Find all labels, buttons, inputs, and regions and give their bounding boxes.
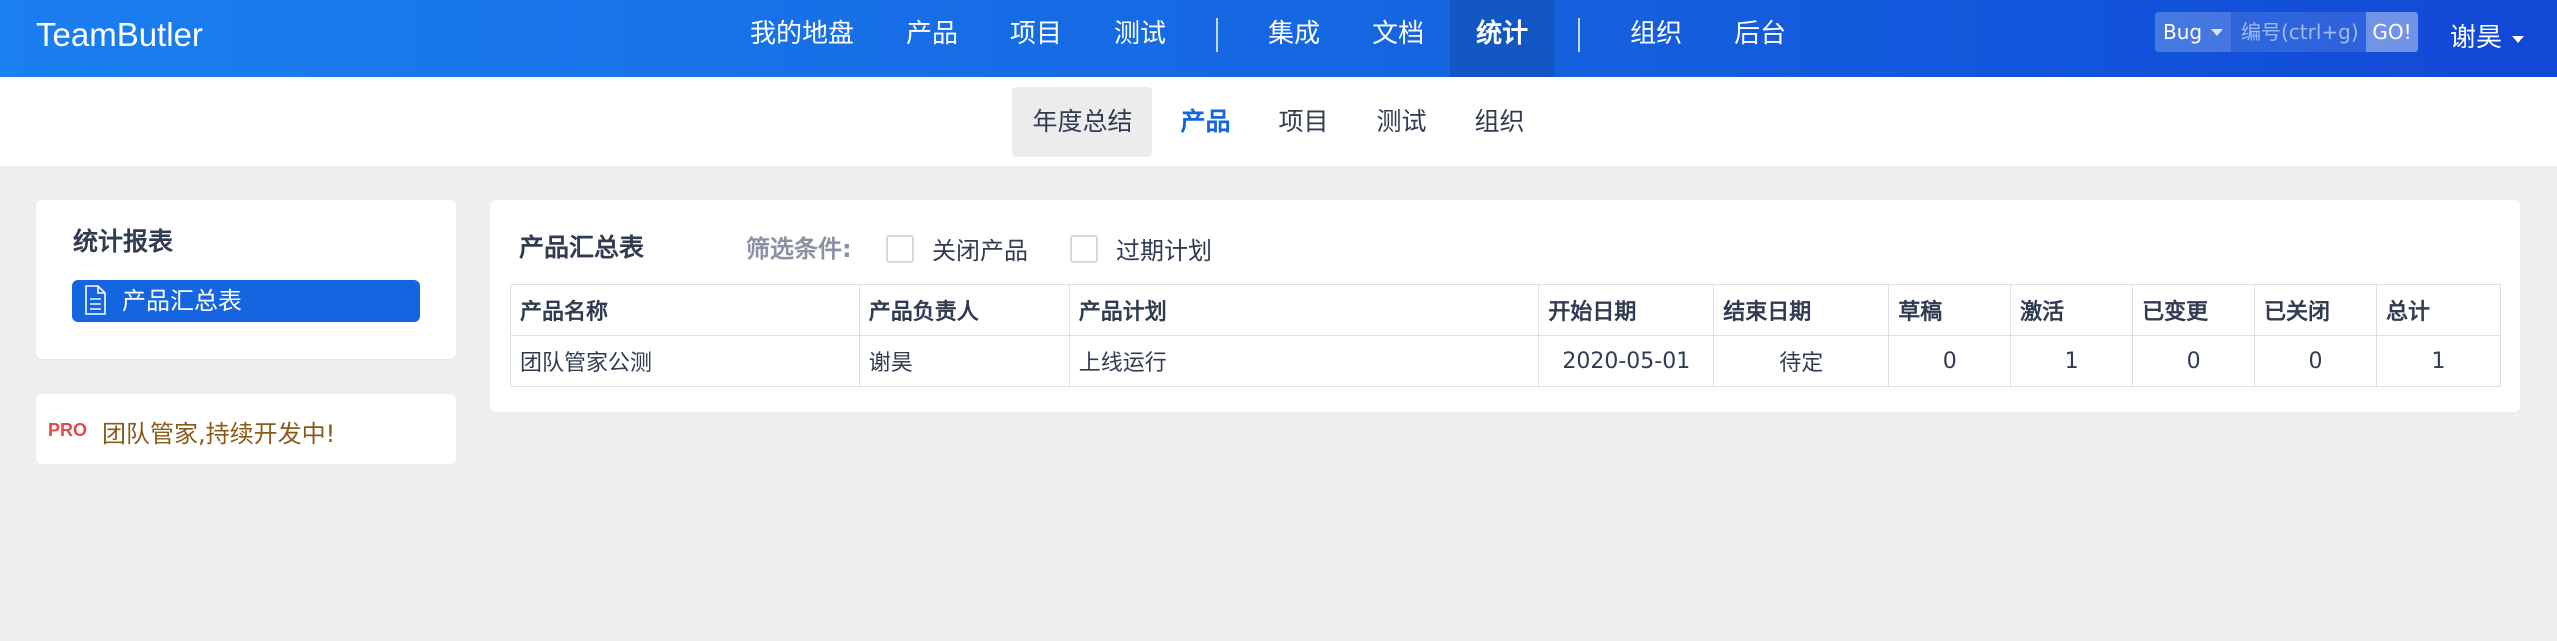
col-product-owner: 产品负责人 <box>858 284 1070 336</box>
subnav-product[interactable]: 产品 <box>1160 87 1250 157</box>
sidebar-title: 统计报表 <box>73 227 174 256</box>
cell-active: 1 <box>2010 335 2134 387</box>
promo-card: PRO 团队管家,持续开发中! <box>36 394 456 464</box>
filter-expired-plans[interactable]: 过期计划 <box>1070 231 1212 266</box>
sidebar-item-label: 产品汇总表 <box>122 287 242 315</box>
brand-logo[interactable]: TeamButler <box>36 0 203 77</box>
search-type-select[interactable]: Bug <box>2155 12 2231 52</box>
nav-product[interactable]: 产品 <box>880 0 984 77</box>
subnav-organization[interactable]: 组织 <box>1455 87 1545 157</box>
checkbox[interactable] <box>886 234 914 263</box>
product-summary-table: 产品名称 产品负责人 产品计划 开始日期 结束日期 草稿 激活 已变更 已关闭 … <box>510 284 2501 387</box>
filter-label: 筛选条件: <box>746 235 852 263</box>
filter-closed-products-label: 关闭产品 <box>932 237 1028 265</box>
pro-badge: PRO <box>48 420 88 440</box>
search-input[interactable] <box>2231 12 2366 52</box>
col-changed: 已变更 <box>2132 284 2256 336</box>
col-product-plan: 产品计划 <box>1068 284 1540 336</box>
filter-closed-products[interactable]: 关闭产品 <box>886 231 1028 266</box>
user-menu[interactable]: 谢昊 <box>2450 0 2525 77</box>
col-active: 激活 <box>2010 284 2134 336</box>
subnav-test[interactable]: 测试 <box>1357 87 1447 157</box>
nav-integration[interactable]: 集成 <box>1242 0 1346 77</box>
cell-total: 1 <box>2376 335 2501 387</box>
col-end-date: 结束日期 <box>1713 284 1890 336</box>
go-button[interactable]: GO! <box>2366 12 2418 52</box>
subnav-project[interactable]: 项目 <box>1258 87 1348 157</box>
document-icon <box>85 285 106 315</box>
top-navbar: TeamButler 我的地盘 产品 项目 测试 集成 文档 统计 组织 后台 … <box>0 0 2557 77</box>
table-row: 团队管家公测 谢昊 上线运行 2020-05-01 待定 0 1 0 0 1 <box>510 335 2501 387</box>
nav-stats[interactable]: 统计 <box>1450 0 1555 77</box>
cell-product-plan: 上线运行 <box>1068 335 1540 387</box>
nav-my-dashboard[interactable]: 我的地盘 <box>724 0 880 77</box>
search-box: Bug GO! <box>2155 12 2418 52</box>
sidebar-item-product-summary[interactable]: 产品汇总表 <box>72 280 420 322</box>
col-total: 总计 <box>2376 284 2501 336</box>
checkbox[interactable] <box>1070 234 1098 263</box>
nav-docs[interactable]: 文档 <box>1346 0 1450 77</box>
filter-expired-plans-label: 过期计划 <box>1116 237 1212 265</box>
col-start-date: 开始日期 <box>1538 284 1715 336</box>
chevron-down-icon <box>2512 36 2525 43</box>
nav-organization[interactable]: 组织 <box>1604 0 1708 77</box>
cell-draft: 0 <box>1888 335 2012 387</box>
report-title: 产品汇总表 <box>519 233 645 262</box>
nav-test[interactable]: 测试 <box>1088 0 1192 77</box>
cell-closed: 0 <box>2254 335 2377 387</box>
report-panel: 产品汇总表 筛选条件: 关闭产品 过期计划 产品名称 产品负责人 产品计划 开始… <box>490 200 2520 412</box>
col-draft: 草稿 <box>1888 284 2012 336</box>
cell-changed: 0 <box>2132 335 2256 387</box>
table-header-row: 产品名称 产品负责人 产品计划 开始日期 结束日期 草稿 激活 已变更 已关闭 … <box>510 284 2501 336</box>
sub-nav: 年度总结 产品 项目 测试 组织 <box>0 77 2557 166</box>
report-sidebar: 统计报表 产品汇总表 <box>36 200 456 359</box>
promo-text: 团队管家,持续开发中! <box>102 420 336 448</box>
chevron-down-icon <box>2211 29 2223 36</box>
nav-divider <box>1216 18 1219 52</box>
cell-product-owner: 谢昊 <box>858 335 1070 387</box>
col-product-name: 产品名称 <box>510 284 860 336</box>
col-closed: 已关闭 <box>2254 284 2377 336</box>
cell-product-name: 团队管家公测 <box>510 335 860 387</box>
nav-admin[interactable]: 后台 <box>1708 0 1812 77</box>
subnav-annual-summary[interactable]: 年度总结 <box>1012 86 1153 157</box>
cell-end-date: 待定 <box>1713 335 1890 387</box>
nav-project[interactable]: 项目 <box>984 0 1088 77</box>
main-nav: 我的地盘 产品 项目 测试 集成 文档 统计 组织 后台 <box>724 0 1812 77</box>
search-type-label: Bug <box>2163 20 2203 44</box>
cell-start-date: 2020-05-01 <box>1538 335 1715 387</box>
user-name: 谢昊 <box>2450 23 2503 53</box>
nav-divider <box>1578 18 1581 52</box>
